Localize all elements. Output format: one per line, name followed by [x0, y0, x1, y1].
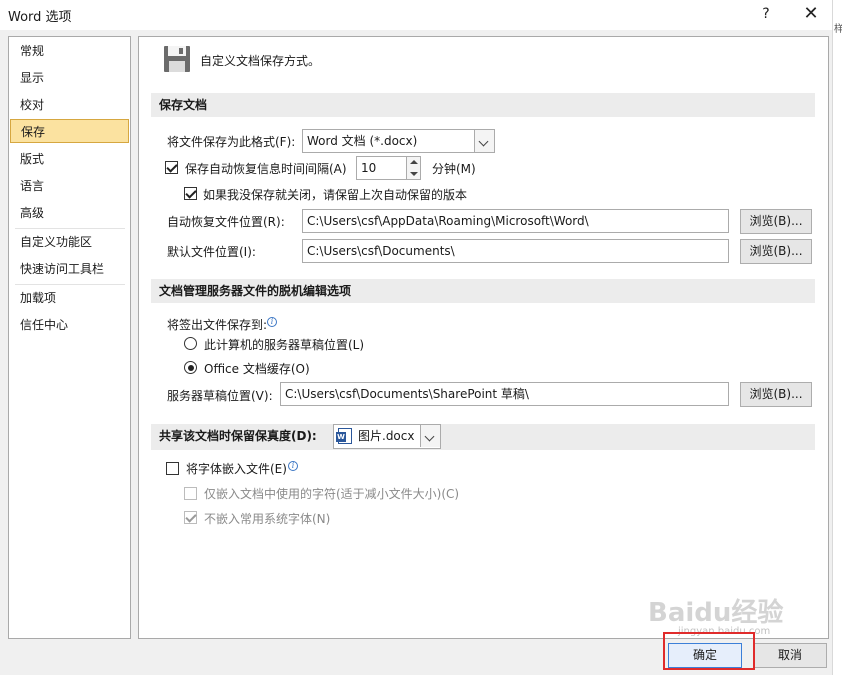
close-button[interactable]: ✕ — [799, 4, 823, 24]
save-format-value: Word 文档 (*.docx) — [307, 134, 418, 148]
autorecover-label: 保存自动恢复信息时间间隔(A) — [185, 162, 347, 176]
autorecover-interval-stepper[interactable]: 10 — [356, 156, 421, 180]
fidelity-document-value: 图片.docx — [358, 429, 415, 443]
sidebar-item-proofing[interactable]: 校对 — [9, 93, 130, 117]
background-window-glyph: 样 — [834, 24, 842, 35]
browse-autorecover-button[interactable]: 浏览(B)... — [740, 209, 812, 234]
window-title: Word 选项 — [8, 10, 72, 25]
sidebar-divider — [15, 228, 125, 229]
autorecover-location-label: 自动恢复文件位置(R): — [167, 215, 285, 229]
embed-fonts-label: 将字体嵌入文件(E) — [186, 462, 287, 476]
keep-last-version-label: 如果我没保存就关闭，请保留上次自动保留的版本 — [203, 188, 468, 202]
embed-used-chars-checkbox[interactable] — [184, 487, 197, 500]
sidebar-item-customize-ribbon[interactable]: 自定义功能区 — [9, 230, 130, 254]
embed-fonts-checkbox[interactable] — [166, 462, 179, 475]
sidebar-item-trust-center[interactable]: 信任中心 — [9, 313, 130, 337]
server-drafts-location-input[interactable]: C:\Users\csf\Documents\SharePoint 草稿\ — [280, 382, 729, 406]
checkout-label: 将签出文件保存到: — [167, 318, 268, 332]
no-common-fonts-checkbox[interactable] — [184, 511, 197, 524]
autorecover-location-input[interactable]: C:\Users\csf\AppData\Roaming\Microsoft\W… — [302, 209, 729, 233]
sidebar-item-general[interactable]: 常规 — [9, 39, 130, 63]
fidelity-label: 共享该文档时保留保真度(D): — [159, 429, 317, 443]
save-format-dropdown[interactable]: Word 文档 (*.docx) — [302, 129, 495, 153]
server-drafts-label: 此计算机的服务器草稿位置(L) — [204, 338, 365, 352]
word-document-icon — [336, 428, 352, 444]
cancel-button[interactable]: 取消 — [753, 643, 827, 668]
autorecover-checkbox[interactable] — [165, 161, 178, 174]
sidebar-item-addins[interactable]: 加载项 — [9, 286, 130, 310]
section-header-offline: 文档管理服务器文件的脱机编辑选项 — [151, 279, 815, 303]
annotation-highlight-box — [663, 632, 755, 670]
sidebar-item-display[interactable]: 显示 — [9, 66, 130, 90]
default-location-label: 默认文件位置(I): — [167, 245, 256, 259]
spinner-arrows-icon[interactable] — [406, 157, 420, 179]
sidebar-item-quick-access[interactable]: 快速访问工具栏 — [9, 257, 130, 281]
background-window-edge: 样 — [832, 0, 842, 675]
embed-used-chars-label: 仅嵌入文档中使用的字符(适于减小文件大小)(C) — [204, 487, 460, 501]
chevron-down-icon[interactable] — [474, 130, 494, 152]
options-sidebar: 常规 显示 校对 保存 版式 语言 高级 自定义功能区 快速访问工具栏 加载项 … — [8, 36, 131, 639]
office-cache-radio[interactable] — [184, 361, 197, 374]
info-icon: i — [267, 317, 277, 327]
options-content: 自定义文档保存方式。 保存文档 将文件保存为此格式(F): Word 文档 (*… — [138, 36, 829, 639]
server-drafts-radio[interactable] — [184, 337, 197, 350]
no-common-fonts-label: 不嵌入常用系统字体(N) — [204, 512, 331, 526]
chevron-down-icon[interactable] — [420, 425, 440, 447]
browse-default-button[interactable]: 浏览(B)... — [740, 239, 812, 264]
fidelity-document-dropdown[interactable]: 图片.docx — [333, 424, 441, 449]
keep-last-version-checkbox[interactable] — [184, 187, 197, 200]
server-drafts-location-label: 服务器草稿位置(V): — [167, 389, 273, 403]
sidebar-divider — [15, 284, 125, 285]
sidebar-item-layout[interactable]: 版式 — [9, 147, 130, 171]
section-header-fidelity: 共享该文档时保留保真度(D): — [151, 424, 815, 450]
minutes-label: 分钟(M) — [432, 162, 476, 176]
default-location-input[interactable]: C:\Users\csf\Documents\ — [302, 239, 729, 263]
interval-value: 10 — [361, 161, 377, 175]
info-icon: i — [288, 461, 298, 471]
sidebar-item-save[interactable]: 保存 — [10, 119, 129, 143]
office-cache-label: Office 文档缓存(O) — [204, 362, 310, 376]
format-label: 将文件保存为此格式(F): — [167, 135, 296, 149]
baidu-watermark: Baidu经验 — [648, 598, 784, 628]
floppy-disk-icon — [164, 46, 190, 72]
sidebar-item-language[interactable]: 语言 — [9, 174, 130, 198]
help-button[interactable]: ? — [754, 4, 778, 24]
title-bar: Word 选项 ? ✕ — [0, 0, 842, 30]
sidebar-item-advanced[interactable]: 高级 — [9, 201, 130, 225]
browse-drafts-button[interactable]: 浏览(B)... — [740, 382, 812, 407]
page-description: 自定义文档保存方式。 — [200, 54, 321, 68]
section-header-save: 保存文档 — [151, 93, 815, 117]
